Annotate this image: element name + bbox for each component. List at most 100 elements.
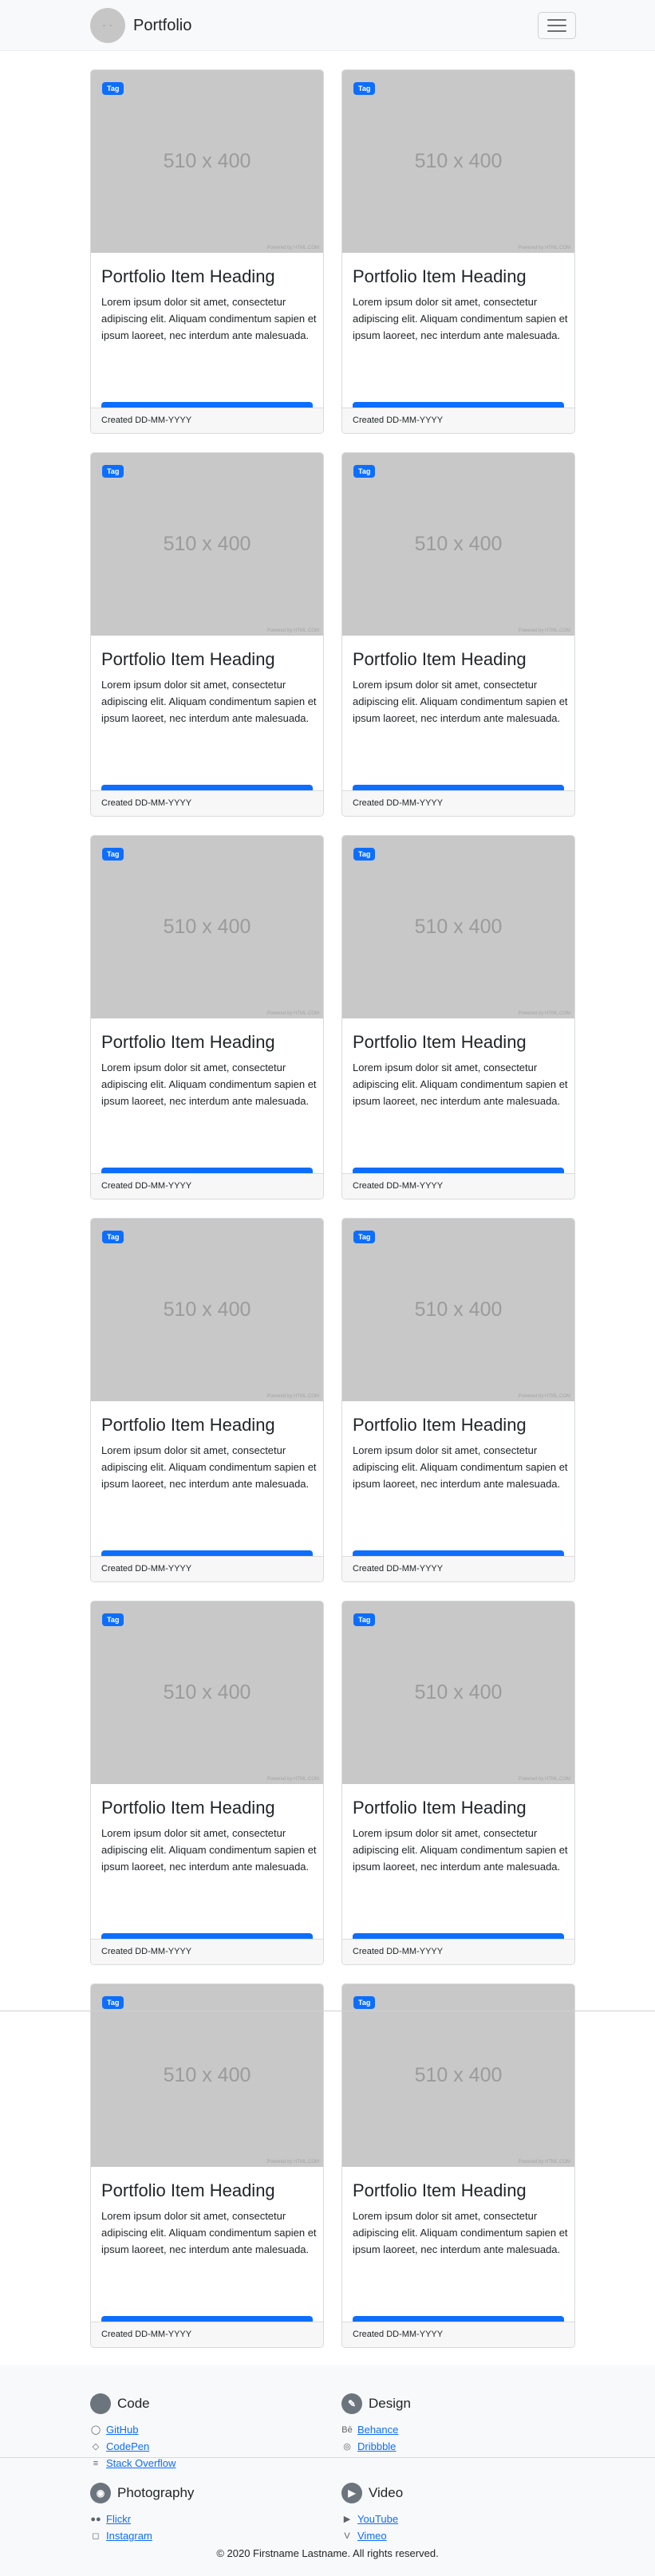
card-image: Tag 510 x 400 Powered by HTML.COM bbox=[91, 836, 323, 1018]
card-text: Lorem ipsum dolor sit amet, consectetur … bbox=[353, 1444, 568, 1490]
codepen-icon: ◇ bbox=[92, 2442, 100, 2452]
image-placeholder-text: 510 x 400 bbox=[163, 533, 251, 555]
camera-icon: ◉ bbox=[90, 2483, 111, 2503]
footer-link-stack-overflow[interactable]: Stack Overflow bbox=[106, 2457, 176, 2469]
image-placeholder-text: 510 x 400 bbox=[163, 2064, 251, 2086]
image-placeholder-text: 510 x 400 bbox=[414, 916, 503, 938]
card-text: Lorem ipsum dolor sit amet, consectetur … bbox=[353, 1827, 568, 1873]
card-image: Tag 510 x 400 Powered by HTML.COM bbox=[91, 1219, 323, 1401]
portfolio-card: Tag 510 x 400 Powered by HTML.COM Portfolio… bbox=[90, 452, 324, 817]
footer-section-title: Code bbox=[117, 2396, 150, 2411]
card-title: Portfolio Item Heading bbox=[353, 266, 527, 286]
card-body: Portfolio Item Heading Lorem ipsum dolor … bbox=[91, 253, 323, 429]
card-footer: Created DD-MM-YYYY bbox=[342, 1939, 574, 1964]
video-icon: ▶ bbox=[341, 2483, 362, 2503]
tag-badge: Tag bbox=[353, 848, 376, 861]
portfolio-card: Tag 510 x 400 Powered by HTML.COM Portfolio… bbox=[341, 1601, 575, 1965]
card-body: Portfolio Item Heading Lorem ipsum dolor … bbox=[342, 636, 574, 812]
card-title: Portfolio Item Heading bbox=[101, 1032, 275, 1052]
code-icon bbox=[90, 2393, 111, 2414]
card-body: Portfolio Item Heading Lorem ipsum dolor … bbox=[342, 2167, 574, 2343]
brand-link[interactable]: - - Portfolio bbox=[90, 8, 191, 43]
hamburger-icon bbox=[547, 25, 566, 26]
footer-link-item: ◯ GitHub bbox=[90, 2421, 329, 2438]
image-credit: Powered by HTML.COM bbox=[266, 1011, 319, 1016]
footer-link-item: ◇ CodePen bbox=[90, 2438, 329, 2455]
footer-section-title: Design bbox=[369, 2396, 411, 2411]
footer-section-heading: Code bbox=[90, 2393, 329, 2415]
image-credit: Powered by HTML.COM bbox=[518, 1394, 570, 1399]
card-footer: Created DD-MM-YYYY bbox=[91, 790, 323, 816]
card-text: Lorem ipsum dolor sit amet, consectetur … bbox=[353, 2210, 568, 2255]
footer-link-vimeo[interactable]: Vimeo bbox=[357, 2530, 387, 2542]
tag-badge: Tag bbox=[102, 82, 124, 95]
footer-link-behance[interactable]: Behance bbox=[357, 2424, 398, 2436]
card-title: Portfolio Item Heading bbox=[101, 2180, 275, 2200]
tag-badge: Tag bbox=[102, 465, 124, 478]
card-title: Portfolio Item Heading bbox=[353, 2180, 527, 2200]
portfolio-card: Tag 510 x 400 Powered by HTML.COM Portfolio… bbox=[90, 1983, 324, 2348]
portfolio-card: Tag 510 x 400 Powered by HTML.COM Portfolio… bbox=[341, 69, 575, 434]
card-footer: Created DD-MM-YYYY bbox=[342, 408, 574, 433]
card-text: Lorem ipsum dolor sit amet, consectetur … bbox=[101, 1444, 317, 1490]
image-placeholder-text: 510 x 400 bbox=[414, 1681, 503, 1704]
footer-link-item: ▶ YouTube bbox=[341, 2511, 581, 2527]
card-body: Portfolio Item Heading Lorem ipsum dolor … bbox=[91, 1784, 323, 1960]
footer-link-dribbble[interactable]: Dribbble bbox=[357, 2440, 396, 2452]
card-image: Tag 510 x 400 Powered by HTML.COM bbox=[342, 1601, 574, 1784]
card-image: Tag 510 x 400 Powered by HTML.COM bbox=[91, 70, 323, 253]
tag-badge: Tag bbox=[102, 1996, 124, 2009]
flickr-icon: ●● bbox=[90, 2514, 101, 2524]
tag-badge: Tag bbox=[353, 1231, 376, 1243]
tag-badge: Tag bbox=[102, 1231, 124, 1243]
card-body: Portfolio Item Heading Lorem ipsum dolor … bbox=[342, 1401, 574, 1578]
card-title: Portfolio Item Heading bbox=[353, 649, 527, 669]
hamburger-icon bbox=[547, 30, 566, 32]
card-text: Lorem ipsum dolor sit amet, consectetur … bbox=[353, 1062, 568, 1107]
card-body: Portfolio Item Heading Lorem ipsum dolor … bbox=[342, 253, 574, 429]
card-text: Lorem ipsum dolor sit amet, consectetur … bbox=[101, 679, 317, 724]
site-footer: Code ◯ GitHub ◇ CodePen ≡ Stack Overflow ✎ Desig… bbox=[0, 2365, 655, 2576]
card-text: Lorem ipsum dolor sit amet, consectetur … bbox=[101, 296, 317, 341]
card-footer: Created DD-MM-YYYY bbox=[91, 1556, 323, 1581]
footer-section-code: Code ◯ GitHub ◇ CodePen ≡ Stack Overflow bbox=[90, 2393, 329, 2472]
card-title: Portfolio Item Heading bbox=[353, 1798, 527, 1818]
image-credit: Powered by HTML.COM bbox=[518, 628, 570, 633]
card-image: Tag 510 x 400 Powered by HTML.COM bbox=[91, 1984, 323, 2167]
footer-section-title: Video bbox=[369, 2485, 404, 2500]
footer-link-github[interactable]: GitHub bbox=[106, 2424, 138, 2436]
card-title: Portfolio Item Heading bbox=[101, 1415, 275, 1435]
card-title: Portfolio Item Heading bbox=[101, 649, 275, 669]
footer-link-item: Bē Behance bbox=[341, 2421, 581, 2438]
dribbble-icon: ◎ bbox=[343, 2442, 351, 2452]
footer-link-item: ◻ Instagram bbox=[90, 2527, 329, 2544]
tag-badge: Tag bbox=[353, 82, 376, 95]
image-credit: Powered by HTML.COM bbox=[266, 628, 319, 633]
vimeo-icon: V bbox=[344, 2531, 350, 2541]
card-image: Tag 510 x 400 Powered by HTML.COM bbox=[342, 453, 574, 636]
card-footer: Created DD-MM-YYYY bbox=[91, 1173, 323, 1199]
tag-badge: Tag bbox=[102, 1613, 124, 1626]
card-title: Portfolio Item Heading bbox=[353, 1032, 527, 1052]
image-placeholder-text: 510 x 400 bbox=[414, 2064, 503, 2086]
tag-badge: Tag bbox=[353, 1613, 376, 1626]
portfolio-card: Tag 510 x 400 Powered by HTML.COM Portfolio… bbox=[90, 835, 324, 1199]
hamburger-icon bbox=[547, 19, 566, 21]
footer-link-item: ≡ Stack Overflow bbox=[90, 2455, 329, 2472]
footer-link-instagram[interactable]: Instagram bbox=[106, 2530, 152, 2542]
footer-link-youtube[interactable]: YouTube bbox=[357, 2513, 398, 2525]
card-footer: Created DD-MM-YYYY bbox=[91, 408, 323, 433]
footer-link-flickr[interactable]: Flickr bbox=[106, 2513, 131, 2525]
image-credit: Powered by HTML.COM bbox=[266, 1394, 319, 1399]
card-body: Portfolio Item Heading Lorem ipsum dolor … bbox=[342, 1784, 574, 1960]
card-image: Tag 510 x 400 Powered by HTML.COM bbox=[342, 70, 574, 253]
footer-section-title: Photography bbox=[117, 2485, 195, 2500]
card-body: Portfolio Item Heading Lorem ipsum dolor … bbox=[342, 1018, 574, 1195]
image-credit: Powered by HTML.COM bbox=[518, 2160, 570, 2164]
tag-badge: Tag bbox=[353, 1996, 376, 2009]
navbar-toggler-button[interactable] bbox=[538, 12, 576, 39]
pencil-icon: ✎ bbox=[341, 2393, 362, 2414]
footer-section-video: ▶ Video ▶ YouTube V Vimeo bbox=[341, 2482, 581, 2544]
footer-link-codepen[interactable]: CodePen bbox=[106, 2440, 149, 2452]
card-title: Portfolio Item Heading bbox=[101, 1798, 275, 1818]
